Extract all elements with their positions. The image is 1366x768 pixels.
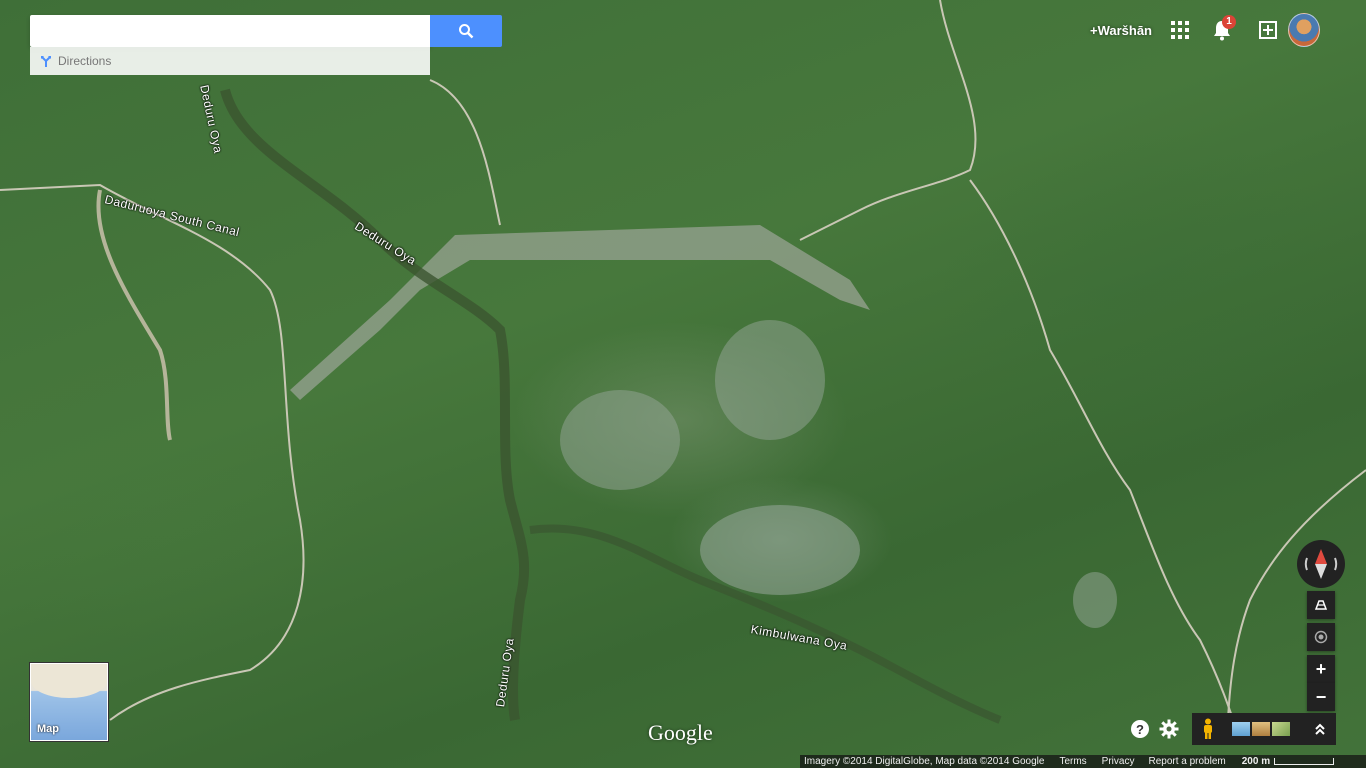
layer-thumb-earth[interactable] <box>1272 722 1290 736</box>
privacy-link[interactable]: Privacy <box>1102 756 1135 767</box>
my-location-button[interactable] <box>1307 623 1335 651</box>
zoom-in-button[interactable]: + <box>1307 655 1335 683</box>
notification-badge: 1 <box>1222 15 1236 29</box>
zoom-out-button[interactable]: − <box>1307 683 1335 711</box>
road <box>429 79 501 226</box>
tilt-button[interactable] <box>1307 591 1335 619</box>
imagery-layers[interactable] <box>1232 722 1290 736</box>
attribution-text: Imagery ©2014 DigitalGlobe, Map data ©20… <box>804 756 1045 767</box>
share-button[interactable] <box>1256 13 1280 47</box>
help-button[interactable]: ? <box>1131 720 1149 738</box>
user-profile-link[interactable]: +Waršhān <box>1088 13 1154 47</box>
river-deduru-oya <box>220 88 530 721</box>
search-button[interactable] <box>430 15 502 47</box>
road <box>799 0 977 241</box>
avatar-button[interactable] <box>1288 13 1320 47</box>
bottom-tools <box>1192 713 1336 745</box>
directions-label: Directions <box>58 54 112 68</box>
apps-button[interactable] <box>1168 13 1192 47</box>
gear-icon <box>1159 719 1179 739</box>
compass-control[interactable] <box>1297 540 1345 588</box>
directions-link[interactable]: Directions <box>30 47 430 75</box>
user-name: +Waršhān <box>1089 22 1152 38</box>
search-icon <box>459 24 474 39</box>
layer-thumb-sky[interactable] <box>1232 722 1250 736</box>
satellite-map[interactable]: Deduru Oya Daduruoya South Canal Deduru … <box>0 0 1366 768</box>
my-location-icon <box>1314 630 1328 644</box>
wetland-patch <box>1073 572 1117 628</box>
scale-label: 200 m <box>1241 756 1271 767</box>
footer-bar: Imagery ©2014 DigitalGlobe, Map data ©20… <box>800 755 1366 768</box>
expand-button[interactable] <box>1312 719 1328 739</box>
minimap-label: Map <box>37 723 59 735</box>
road <box>1227 469 1366 721</box>
google-logo: Google <box>648 720 713 745</box>
pegman-icon <box>1204 718 1212 739</box>
apps-grid-icon <box>1171 21 1189 39</box>
pegman-button[interactable] <box>1192 713 1224 745</box>
search-input[interactable] <box>30 15 430 47</box>
wetland-patch <box>560 390 680 490</box>
road <box>969 179 1241 741</box>
terms-link[interactable]: Terms <box>1059 756 1086 767</box>
canal <box>96 189 172 441</box>
directions-icon <box>41 55 51 67</box>
wetland-patch <box>700 505 860 595</box>
wetland-patch <box>715 320 825 440</box>
add-box-icon <box>1259 21 1277 39</box>
layer-thumb-terrain[interactable] <box>1252 722 1270 736</box>
road <box>0 183 305 721</box>
map-type-toggle[interactable]: Map <box>29 662 109 742</box>
chevron-up-icon <box>1315 723 1325 735</box>
report-problem-link[interactable]: Report a problem <box>1148 756 1225 767</box>
top-bar: +Waršhān 1 <box>1088 13 1338 47</box>
scale-bar <box>1274 758 1335 765</box>
compass-icon <box>1304 549 1338 579</box>
settings-button[interactable] <box>1159 719 1179 739</box>
tilt-icon <box>1314 600 1328 610</box>
minimap-land <box>31 664 107 698</box>
avatar <box>1288 13 1320 47</box>
notifications-button[interactable]: 1 <box>1208 13 1236 47</box>
